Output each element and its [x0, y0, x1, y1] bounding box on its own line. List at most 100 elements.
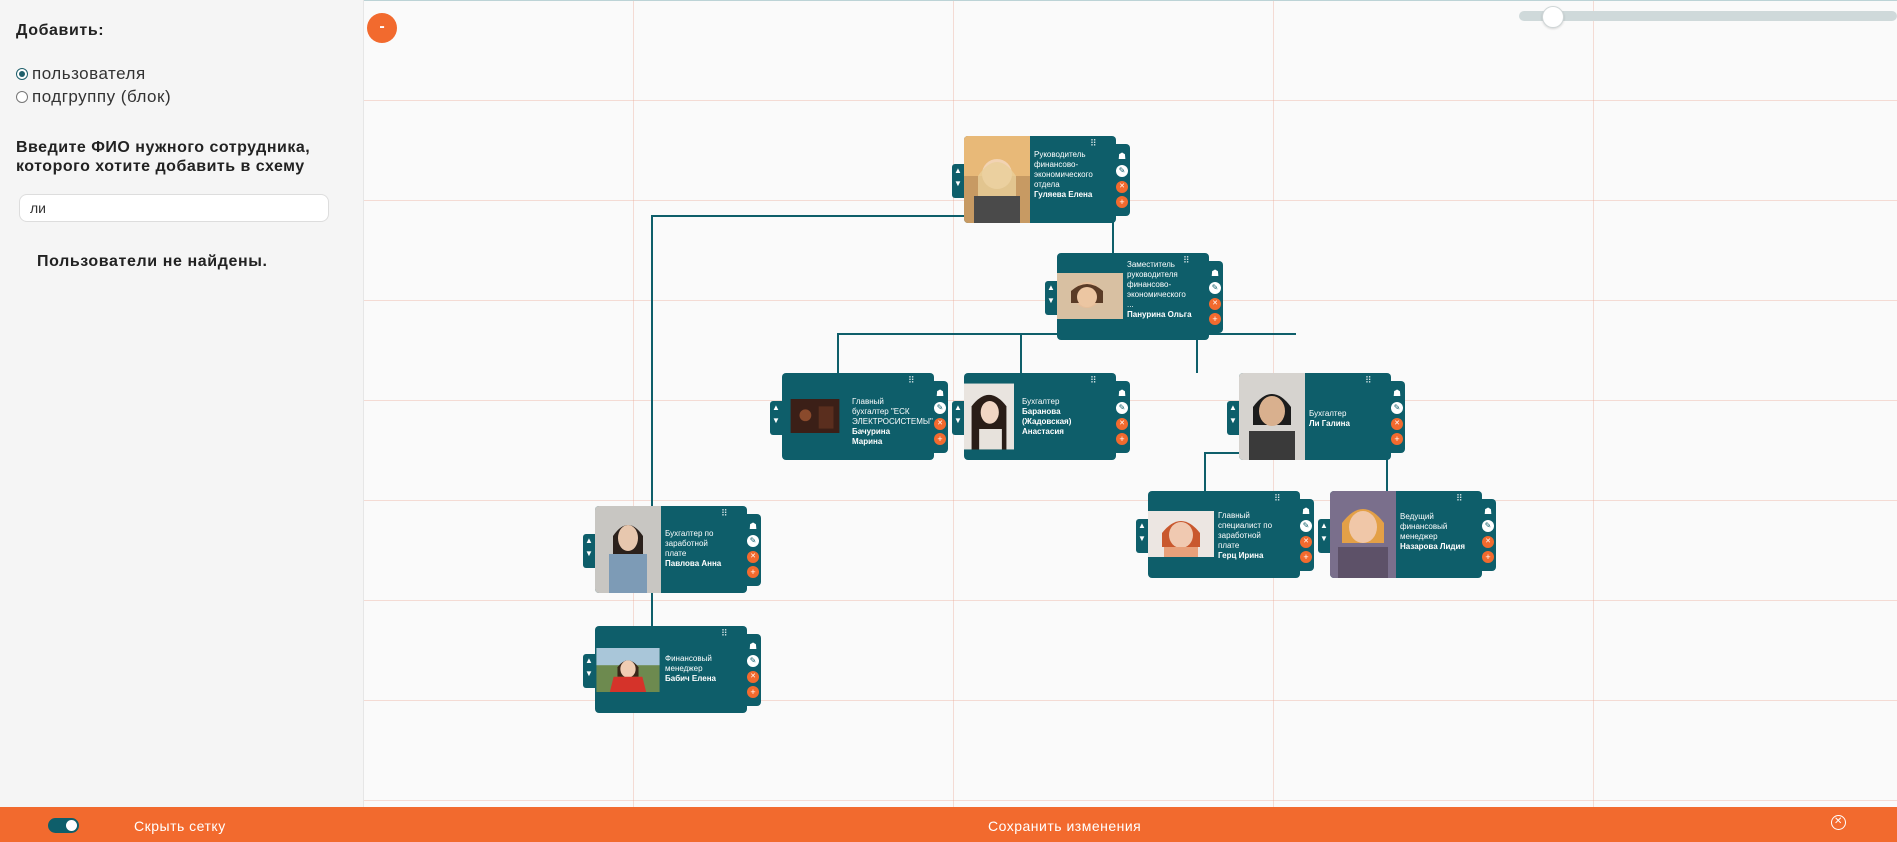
move-up-icon[interactable]: ▲ [583, 654, 595, 667]
reorder-control[interactable]: ▲ ▼ [1136, 519, 1148, 553]
reorder-control[interactable]: ▲ ▼ [583, 534, 595, 568]
avatar [1148, 511, 1214, 557]
card-name: Гуляева Елена [1034, 190, 1093, 199]
hierarchy-icon[interactable]: ☗ [1116, 387, 1128, 399]
org-card[interactable]: ▲ ▼ Главный специалист по заработной плат… [1136, 491, 1314, 578]
edit-icon[interactable]: ✎ [934, 402, 946, 414]
hierarchy-icon[interactable]: ☗ [1116, 150, 1128, 162]
org-card[interactable]: ▲ ▼ Ведущий финансовый менеджер Назарова Л… [1318, 491, 1496, 578]
delete-icon[interactable]: ✕ [1116, 418, 1128, 430]
org-card[interactable]: ▲ ▼ Главный бухгалтер "ЕСК ЭЛЕКТРОСИСТЕМЫ… [770, 373, 948, 460]
edit-icon[interactable]: ✎ [1482, 520, 1494, 532]
avatar [790, 399, 840, 433]
card-name: Павлова Анна [665, 559, 722, 568]
org-card[interactable]: ▲ ▼ Руководитель финансово-экономического… [952, 136, 1130, 223]
delete-icon[interactable]: ✕ [747, 551, 759, 563]
reorder-control[interactable]: ▲ ▼ [770, 401, 782, 435]
card-position: Главный специалист по заработной плате [1218, 511, 1273, 550]
hierarchy-icon[interactable]: ☗ [1209, 267, 1221, 279]
move-up-icon[interactable]: ▲ [1318, 519, 1330, 532]
avatar [596, 648, 660, 692]
reorder-control[interactable]: ▲ ▼ [1045, 281, 1057, 315]
add-icon[interactable]: + [1391, 433, 1403, 445]
delete-icon[interactable]: ✕ [1209, 298, 1221, 310]
drag-handle-icon[interactable]: ⠿ [721, 508, 728, 519]
radio-user-control[interactable] [16, 68, 28, 80]
add-icon[interactable]: + [747, 566, 759, 578]
move-down-icon[interactable]: ▼ [1136, 532, 1148, 545]
delete-icon[interactable]: ✕ [747, 671, 759, 683]
org-card[interactable]: ▲ ▼ Бухгалтер Ли Галина ⠿ ☗ ✎ ✕ + [1227, 373, 1405, 460]
move-up-icon[interactable]: ▲ [952, 164, 964, 177]
card-name: Панурина Ольга [1127, 310, 1192, 319]
hierarchy-icon[interactable]: ☗ [1391, 387, 1403, 399]
reorder-control[interactable]: ▲ ▼ [583, 654, 595, 688]
org-card[interactable]: ▲ ▼ Бухгалтер Баранова (Жадовская) Анастас… [952, 373, 1130, 460]
move-down-icon[interactable]: ▼ [952, 177, 964, 190]
hierarchy-icon[interactable]: ☗ [747, 640, 759, 652]
move-down-icon[interactable]: ▼ [583, 667, 595, 680]
delete-icon[interactable]: ✕ [934, 418, 946, 430]
add-icon[interactable]: + [1482, 551, 1494, 563]
radio-subgroup-control[interactable] [16, 91, 28, 103]
move-up-icon[interactable]: ▲ [1136, 519, 1148, 532]
add-icon[interactable]: + [1209, 313, 1221, 325]
radio-subgroup[interactable]: подгруппу (блок) [16, 87, 171, 107]
employee-search-input[interactable] [19, 194, 329, 222]
reorder-control[interactable]: ▲ ▼ [1227, 401, 1239, 435]
edit-icon[interactable]: ✎ [1116, 165, 1128, 177]
delete-icon[interactable]: ✕ [1391, 418, 1403, 430]
edit-icon[interactable]: ✎ [1209, 282, 1221, 294]
org-chart-canvas[interactable]: - ▲ ▼ Руководитель финансово-экономическо… [364, 0, 1897, 808]
hierarchy-icon[interactable]: ☗ [1300, 505, 1312, 517]
move-up-icon[interactable]: ▲ [583, 534, 595, 547]
reorder-control[interactable]: ▲ ▼ [1318, 519, 1330, 553]
reorder-control[interactable]: ▲ ▼ [952, 401, 964, 435]
drag-handle-icon[interactable]: ⠿ [1274, 493, 1281, 504]
edit-icon[interactable]: ✎ [1391, 402, 1403, 414]
edit-icon[interactable]: ✎ [1116, 402, 1128, 414]
hide-grid-label[interactable]: Скрыть сетку [134, 818, 226, 834]
hierarchy-icon[interactable]: ☗ [1482, 505, 1494, 517]
delete-icon[interactable]: ✕ [1482, 536, 1494, 548]
org-card[interactable]: ▲ ▼ Заместитель руководителя финансово-эк… [1045, 253, 1223, 340]
delete-icon[interactable]: ✕ [1116, 181, 1128, 193]
drag-handle-icon[interactable]: ⠿ [721, 628, 728, 639]
drag-handle-icon[interactable]: ⠿ [1090, 138, 1097, 149]
org-card[interactable]: ▲ ▼ Бухгалтер по заработной плате Павлова … [583, 506, 761, 593]
drag-handle-icon[interactable]: ⠿ [1183, 255, 1190, 266]
edit-icon[interactable]: ✎ [747, 655, 759, 667]
save-changes-button[interactable]: Сохранить изменения [988, 818, 1141, 834]
move-down-icon[interactable]: ▼ [1318, 532, 1330, 545]
drag-handle-icon[interactable]: ⠿ [1456, 493, 1463, 504]
hierarchy-icon[interactable]: ☗ [747, 520, 759, 532]
move-up-icon[interactable]: ▲ [770, 401, 782, 414]
move-down-icon[interactable]: ▼ [1227, 414, 1239, 427]
drag-handle-icon[interactable]: ⠿ [1365, 375, 1372, 386]
org-card[interactable]: ▲ ▼ Финансовый менеджер Бабич Елена ⠿ ☗ ✎ … [583, 626, 761, 713]
move-down-icon[interactable]: ▼ [770, 414, 782, 427]
add-icon[interactable]: + [1116, 196, 1128, 208]
close-icon[interactable]: ✕ [1831, 815, 1846, 830]
delete-icon[interactable]: ✕ [1300, 536, 1312, 548]
drag-handle-icon[interactable]: ⠿ [1090, 375, 1097, 386]
add-icon[interactable]: + [747, 686, 759, 698]
move-up-icon[interactable]: ▲ [1045, 281, 1057, 294]
drag-handle-icon[interactable]: ⠿ [908, 375, 915, 386]
grid-toggle[interactable] [48, 818, 79, 833]
edit-icon[interactable]: ✎ [747, 535, 759, 547]
card-position: Бухгалтер [1309, 409, 1347, 418]
add-icon[interactable]: + [934, 433, 946, 445]
reorder-control[interactable]: ▲ ▼ [952, 164, 964, 198]
move-up-icon[interactable]: ▲ [1227, 401, 1239, 414]
move-down-icon[interactable]: ▼ [1045, 294, 1057, 307]
hierarchy-icon[interactable]: ☗ [934, 387, 946, 399]
radio-user[interactable]: пользователя [16, 64, 146, 84]
move-down-icon[interactable]: ▼ [583, 547, 595, 560]
no-users-message: Пользователи не найдены. [37, 253, 268, 270]
add-icon[interactable]: + [1116, 433, 1128, 445]
move-down-icon[interactable]: ▼ [952, 414, 964, 427]
edit-icon[interactable]: ✎ [1300, 520, 1312, 532]
move-up-icon[interactable]: ▲ [952, 401, 964, 414]
add-icon[interactable]: + [1300, 551, 1312, 563]
